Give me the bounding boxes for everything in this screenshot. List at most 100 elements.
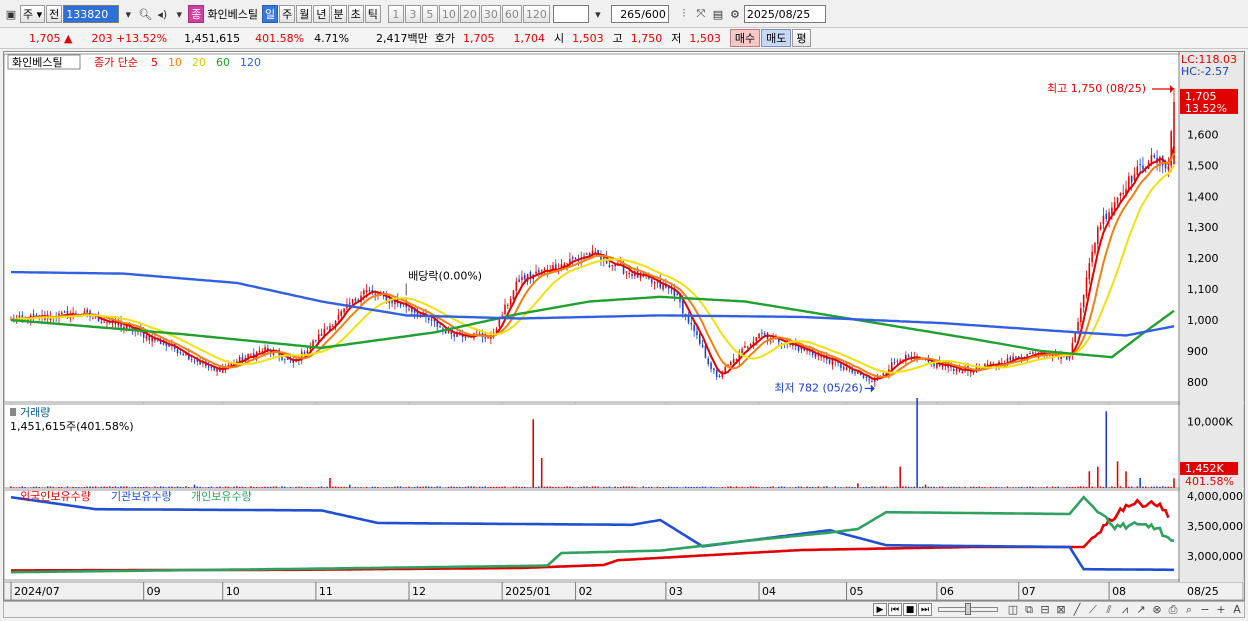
- split-icon[interactable]: ⊟: [1038, 603, 1052, 616]
- candle-body: [464, 336, 467, 338]
- speaker-icon[interactable]: ◂): [154, 5, 170, 23]
- layout-icon[interactable]: ◫: [1006, 603, 1020, 616]
- candle-body: [207, 366, 210, 368]
- stock-code-input[interactable]: 133820: [63, 5, 120, 23]
- candle-body: [710, 362, 712, 370]
- volume-bar: [157, 487, 159, 488]
- candle-body: [35, 315, 38, 317]
- volume-bar: [320, 486, 323, 488]
- period-button-3[interactable]: 년: [313, 5, 330, 23]
- holding-tick-label: 4,000,000: [1187, 490, 1243, 503]
- candle-body: [871, 381, 873, 383]
- volume-bar: [854, 487, 856, 488]
- volume-bar: [1164, 486, 1167, 488]
- volume-bar: [512, 486, 515, 488]
- date-value: 2025/08/25: [746, 7, 811, 21]
- volume-value: 1,451,615: [184, 31, 241, 45]
- interval-button-20[interactable]: 20: [459, 5, 480, 23]
- volume-bar: [360, 487, 362, 488]
- search-icon[interactable]: 🔍︎: [137, 5, 153, 23]
- volume-bar: [814, 487, 817, 488]
- draw-arrow-icon[interactable]: ↗: [1134, 603, 1148, 616]
- volume-bar: [899, 466, 901, 488]
- interval-button-1[interactable]: 1: [387, 5, 404, 23]
- period-button-0[interactable]: 일: [262, 5, 279, 23]
- candle-body: [63, 311, 66, 313]
- count-input[interactable]: 265/600: [610, 5, 669, 23]
- interval-button-10[interactable]: 10: [438, 5, 459, 23]
- draw-line-icon[interactable]: ╱: [1070, 603, 1084, 616]
- compare-icon[interactable]: ⊠: [1054, 603, 1068, 616]
- scroll-right-button[interactable]: ▶: [873, 603, 887, 616]
- magnifier-icon[interactable]: ⌕: [1182, 603, 1196, 616]
- volume-bar: [411, 487, 413, 488]
- prev-button[interactable]: 전: [46, 5, 63, 23]
- ma-legend-5: 5: [151, 56, 158, 69]
- volume-bar: [137, 487, 139, 488]
- candle-body: [518, 279, 520, 282]
- volume-bar: [15, 487, 18, 488]
- chart-area[interactable]: 1,600 1,500 1,400 1,300 1,200 1,100 1,000 900 80…: [3, 51, 1245, 601]
- period-button-4[interactable]: 분: [330, 5, 347, 23]
- chevron-down-icon[interactable]: ▾: [590, 5, 606, 23]
- zoom-in-icon[interactable]: +: [1214, 603, 1228, 616]
- date-input[interactable]: 2025/08/25: [743, 5, 826, 23]
- volume-bar: [921, 486, 924, 488]
- draw-fan-icon[interactable]: ⩘: [1118, 603, 1132, 616]
- volume-bar: [1003, 487, 1006, 488]
- sell-button[interactable]: 매도: [761, 29, 792, 47]
- volume-bar: [933, 486, 935, 488]
- candle-body: [583, 255, 585, 257]
- text-size-icon[interactable]: A: [1230, 603, 1244, 616]
- zoom-out-icon[interactable]: −: [1198, 603, 1212, 616]
- candle-settings-icon[interactable]: ⫶: [676, 5, 692, 23]
- stock-label: 화인베스틸: [12, 56, 63, 69]
- candle-body: [730, 362, 732, 366]
- gear-icon[interactable]: ⚙: [727, 5, 743, 23]
- chevron-down-icon[interactable]: ▾: [120, 5, 136, 23]
- period-select[interactable]: 주 ▾: [20, 5, 46, 23]
- erase-icon[interactable]: ⊗: [1150, 603, 1164, 616]
- draw-trend-icon[interactable]: ⟋: [1086, 603, 1100, 616]
- volume-bar: [1133, 487, 1136, 488]
- chevron-down-icon[interactable]: ▾: [171, 5, 187, 23]
- interval-button-60[interactable]: 60: [501, 5, 522, 23]
- volume-bar: [809, 487, 811, 488]
- volume-bar: [639, 487, 642, 488]
- print-icon[interactable]: ⎙: [1166, 603, 1180, 616]
- candle-body: [100, 322, 103, 324]
- zoom-slider-handle[interactable]: [965, 603, 971, 615]
- zoom-slider[interactable]: [938, 603, 998, 615]
- rewind-button[interactable]: ⏮: [888, 603, 902, 616]
- interval-button-120[interactable]: 120: [522, 5, 550, 23]
- interval-button-5[interactable]: 5: [421, 5, 438, 23]
- volume-bar: [66, 486, 69, 488]
- period-button-6[interactable]: 틱: [364, 5, 381, 23]
- fast-forward-button[interactable]: ⏭: [918, 603, 932, 616]
- crosshair-icon[interactable]: ⤧: [693, 5, 709, 23]
- stock-chart[interactable]: 1,600 1,500 1,400 1,300 1,200 1,100 1,000 900 80…: [4, 52, 1244, 600]
- interval-button-3[interactable]: 3: [404, 5, 421, 23]
- window-icon[interactable]: ▣: [3, 5, 19, 23]
- save-icon[interactable]: ▤: [710, 5, 726, 23]
- holding-legend-0: 외국인보유수량: [20, 490, 91, 503]
- candle-body: [1097, 227, 1099, 244]
- stop-button[interactable]: ■: [903, 603, 917, 616]
- period-button-5[interactable]: 초: [347, 5, 364, 23]
- volume-bar: [188, 487, 190, 488]
- candle-body: [439, 326, 441, 328]
- draw-channel-icon[interactable]: ⫽: [1102, 603, 1116, 616]
- period-button-2[interactable]: 월: [296, 5, 313, 23]
- volume-bar: [1130, 486, 1133, 488]
- interval-button-30[interactable]: 30: [480, 5, 501, 23]
- volume-bar: [986, 487, 989, 488]
- period-button-1[interactable]: 주: [279, 5, 296, 23]
- volume-bar: [348, 484, 351, 488]
- eval-button[interactable]: 평: [792, 29, 811, 47]
- volume-bar: [885, 486, 887, 488]
- copy-icon[interactable]: ⧉: [1022, 603, 1036, 616]
- volume-bar: [439, 486, 441, 488]
- interval-custom-input[interactable]: [552, 5, 589, 23]
- volume-bar: [120, 486, 122, 488]
- buy-button[interactable]: 매수: [729, 29, 761, 47]
